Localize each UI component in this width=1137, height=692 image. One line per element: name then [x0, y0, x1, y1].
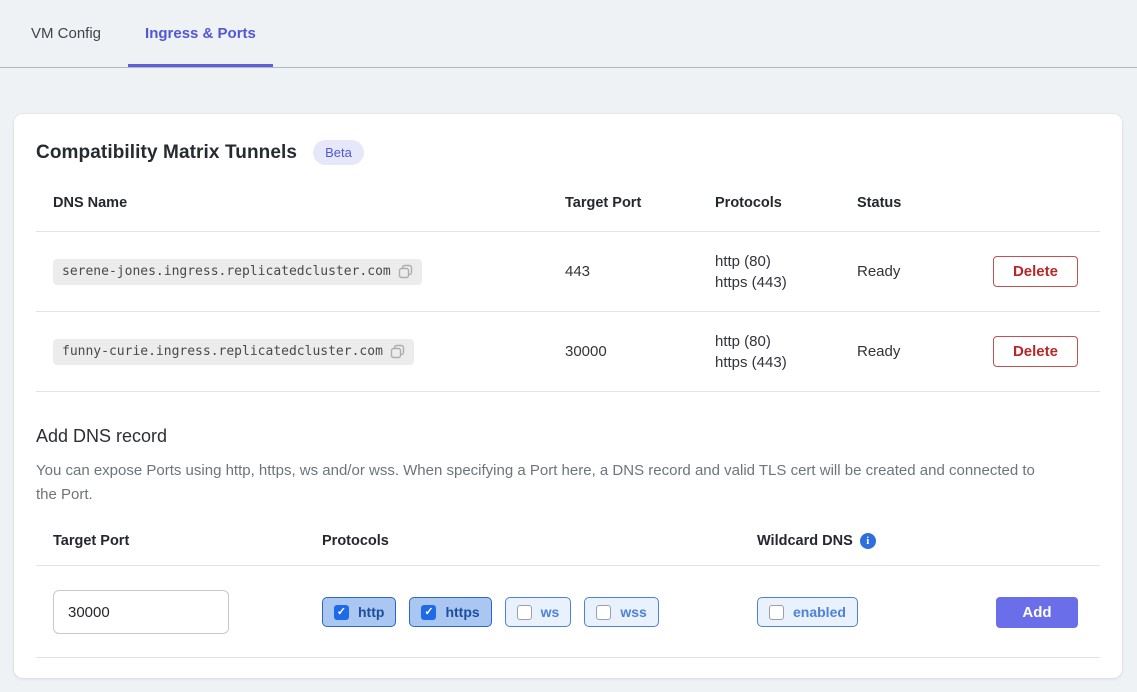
card-title-row: Compatibility Matrix Tunnels Beta — [36, 140, 1100, 165]
header-protocols: Protocols — [715, 195, 857, 211]
form-labels-row: Target Port Protocols Wildcard DNS i — [36, 533, 1100, 549]
header-target-port: Target Port — [565, 195, 715, 211]
dns-name-pill: serene-jones.ingress.replicatedcluster.c… — [53, 259, 422, 285]
card-title: Compatibility Matrix Tunnels — [36, 142, 297, 164]
tunnels-card: Compatibility Matrix Tunnels Beta DNS Na… — [14, 114, 1122, 678]
add-button[interactable]: Add — [996, 597, 1078, 628]
checkbox-icon — [769, 605, 784, 620]
checkbox-label: wss — [620, 604, 646, 620]
checkbox-label: enabled — [793, 604, 846, 620]
protocol-line: http (80) — [715, 251, 857, 272]
card-bottom-divider — [36, 657, 1100, 658]
add-dns-record-title: Add DNS record — [36, 426, 1100, 447]
protocols-cell: http (80) https (443) — [715, 251, 857, 293]
checkbox-icon — [517, 605, 532, 620]
form-row: http https ws wss enabled Add — [36, 590, 1100, 634]
copy-icon[interactable] — [390, 344, 406, 360]
dns-name-text: funny-curie.ingress.replicatedcluster.co… — [62, 344, 383, 359]
header-status: Status — [857, 195, 978, 211]
protocol-line: https (443) — [715, 272, 857, 293]
checkbox-https[interactable]: https — [409, 597, 491, 627]
table-row: funny-curie.ingress.replicatedcluster.co… — [36, 311, 1100, 391]
dns-name-text: serene-jones.ingress.replicatedcluster.c… — [62, 264, 391, 279]
add-dns-record-description: You can expose Ports using http, https, … — [36, 459, 1046, 507]
target-port-value: 443 — [565, 263, 715, 280]
protocol-line: http (80) — [715, 331, 857, 352]
target-port-input[interactable] — [53, 590, 229, 634]
protocols-cell: http (80) https (443) — [715, 331, 857, 373]
tab-vm-config[interactable]: VM Config — [31, 0, 101, 67]
delete-button[interactable]: Delete — [993, 336, 1078, 367]
dns-name-pill: funny-curie.ingress.replicatedcluster.co… — [53, 339, 414, 365]
target-port-value: 30000 — [565, 343, 715, 360]
tunnels-table: DNS Name Target Port Protocols Status se… — [36, 187, 1100, 392]
table-row: serene-jones.ingress.replicatedcluster.c… — [36, 231, 1100, 311]
label-protocols: Protocols — [322, 533, 757, 549]
checkbox-icon — [596, 605, 611, 620]
table-bottom-divider — [36, 391, 1100, 392]
checkbox-label: https — [445, 604, 479, 620]
status-value: Ready — [857, 343, 978, 360]
tab-ingress-ports[interactable]: Ingress & Ports — [128, 0, 273, 67]
header-dns-name: DNS Name — [53, 195, 565, 211]
info-icon[interactable]: i — [860, 533, 876, 549]
tab-bar: VM Config Ingress & Ports — [0, 0, 1137, 68]
protocol-line: https (443) — [715, 352, 857, 373]
checkbox-icon — [334, 605, 349, 620]
form-divider — [36, 565, 1100, 566]
checkbox-label: http — [358, 604, 384, 620]
checkbox-wildcard-enabled[interactable]: enabled — [757, 597, 858, 627]
checkbox-ws[interactable]: ws — [505, 597, 572, 627]
copy-icon[interactable] — [398, 264, 414, 280]
checkbox-label: ws — [541, 604, 560, 620]
checkbox-http[interactable]: http — [322, 597, 396, 627]
protocol-checkbox-group: http https ws wss — [322, 597, 757, 627]
status-value: Ready — [857, 263, 978, 280]
checkbox-icon — [421, 605, 436, 620]
checkbox-wss[interactable]: wss — [584, 597, 658, 627]
table-header-row: DNS Name Target Port Protocols Status — [36, 187, 1100, 219]
delete-button[interactable]: Delete — [993, 256, 1078, 287]
label-target-port: Target Port — [53, 533, 322, 549]
beta-badge: Beta — [313, 140, 364, 165]
label-wildcard-dns: Wildcard DNS — [757, 533, 853, 549]
